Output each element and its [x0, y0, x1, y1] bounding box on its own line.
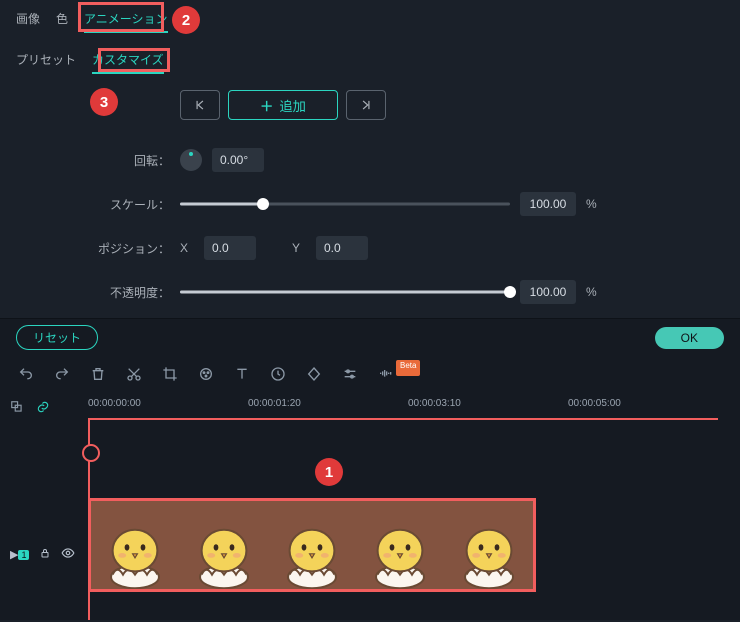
callout-3: 3 [90, 88, 118, 116]
position-x-value[interactable]: 0.0 [204, 236, 256, 260]
timeline-clip[interactable]: hiyotama [88, 498, 536, 592]
keyframe-icon[interactable] [306, 366, 322, 382]
clip-thumb [179, 501, 267, 589]
link-icon[interactable] [36, 400, 50, 417]
tab-animation[interactable]: アニメーション [84, 10, 168, 31]
group-icon[interactable] [10, 400, 24, 417]
rotation-knob[interactable] [180, 149, 202, 171]
speed-icon[interactable] [270, 366, 286, 382]
audio-icon[interactable]: Beta [378, 366, 420, 382]
track-video-icon: ▶1 [10, 548, 29, 561]
track-lock-icon[interactable] [39, 547, 51, 562]
adjust-icon[interactable] [342, 366, 358, 382]
scale-label: スケール： [40, 196, 170, 213]
opacity-label: 不透明度： [40, 284, 170, 301]
undo-icon[interactable] [18, 366, 34, 382]
opacity-value[interactable]: 100.00 [520, 280, 576, 304]
beta-badge: Beta [396, 360, 420, 376]
ok-button[interactable]: OK [655, 327, 724, 349]
ruler-tick: 00:00:05:00 [568, 398, 621, 409]
callout-2: 2 [172, 6, 200, 34]
track-eye-icon[interactable] [61, 546, 75, 563]
text-icon[interactable] [234, 366, 250, 382]
redo-icon[interactable] [54, 366, 70, 382]
scale-slider[interactable] [180, 197, 510, 211]
ruler-tick: 00:00:01:20 [248, 398, 301, 409]
delete-icon[interactable] [90, 366, 106, 382]
callout-1: 1 [315, 458, 343, 486]
track-index: 1 [18, 550, 29, 560]
subtab-preset[interactable]: プリセット [16, 51, 76, 72]
plus-icon: ＋ [260, 96, 273, 115]
position-x-label: X [180, 241, 194, 255]
keyframe-prev-button[interactable] [180, 90, 220, 120]
position-y-label: Y [292, 241, 306, 255]
cut-icon[interactable] [126, 366, 142, 382]
keyframe-add-button[interactable]: ＋ 追加 [228, 90, 338, 120]
rotation-value[interactable]: 0.00° [212, 148, 264, 172]
ruler-tick: 00:00:00:00 [88, 398, 141, 409]
tab-image[interactable]: 画像 [16, 10, 40, 31]
clip-thumb [356, 501, 444, 589]
position-y-value[interactable]: 0.0 [316, 236, 368, 260]
tab-color[interactable]: 色 [56, 10, 68, 31]
clip-thumb [445, 501, 533, 589]
ruler-tick: 00:00:03:10 [408, 398, 461, 409]
clip-thumb [91, 501, 179, 589]
clip-thumb [268, 501, 356, 589]
subtab-customize[interactable]: カスタマイズ [92, 51, 164, 72]
reset-button[interactable]: リセット [16, 325, 98, 350]
position-label: ポジション： [40, 240, 170, 257]
opacity-slider[interactable] [180, 285, 510, 299]
scale-value[interactable]: 100.00 [520, 192, 576, 216]
rotation-label: 回転： [40, 152, 170, 169]
scale-unit: % [586, 197, 597, 211]
crop-icon[interactable] [162, 366, 178, 382]
color-icon[interactable] [198, 366, 214, 382]
opacity-unit: % [586, 285, 597, 299]
keyframe-add-label: 追加 [279, 96, 306, 115]
keyframe-next-button[interactable] [346, 90, 386, 120]
